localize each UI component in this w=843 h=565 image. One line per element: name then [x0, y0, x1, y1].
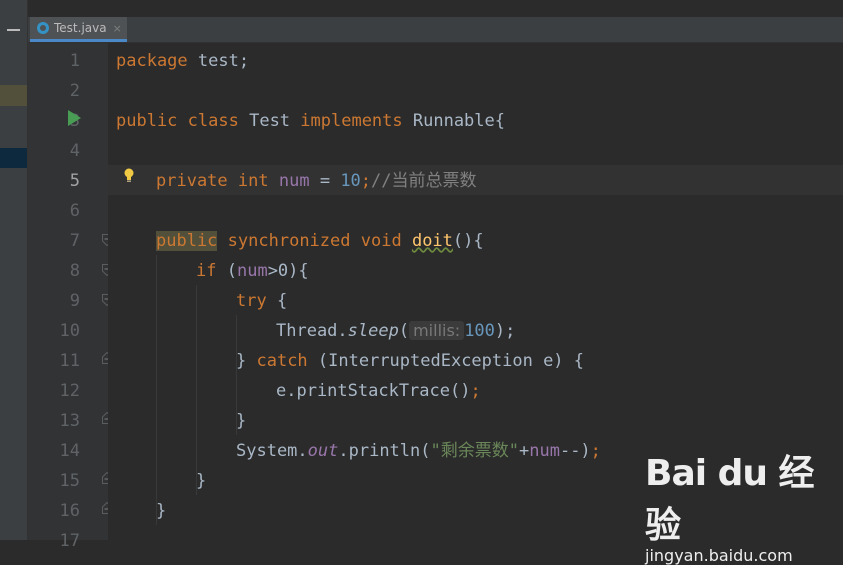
line-number: 8 — [69, 261, 80, 281]
line-number: 4 — [69, 141, 80, 161]
editor-tab-bar: Test.java × — [28, 17, 843, 43]
run-gutter-icon[interactable] — [68, 110, 81, 126]
line-number: 15 — [59, 471, 80, 491]
collapse-icon[interactable] — [7, 29, 20, 31]
tab-test-java[interactable]: Test.java × — [30, 17, 127, 42]
line-number: 10 — [59, 321, 80, 341]
line-number: 14 — [59, 441, 80, 461]
line-number: 12 — [59, 381, 80, 401]
code-line-9: try { — [236, 291, 288, 311]
watermark-url: jingyan.baidu.com — [645, 546, 793, 565]
strip-marker — [0, 85, 27, 106]
code-line-11: } catch (InterruptedException e) { — [236, 351, 585, 371]
code-line-1: package test; — [116, 51, 250, 71]
line-number: 1 — [69, 51, 80, 71]
watermark-logo: Bai du 经验 — [645, 453, 815, 546]
code-line-15: } — [196, 471, 207, 491]
line-number: 6 — [69, 201, 80, 221]
code-line-7: public synchronized void doit(){ — [156, 231, 484, 251]
code-line-13: } — [236, 411, 247, 431]
strip-marker-selected — [0, 148, 27, 168]
intention-bulb-icon[interactable] — [124, 168, 134, 184]
code-line-16: } — [156, 501, 167, 521]
baidu-watermark: Bai du 经验 jingyan.baidu.com — [645, 444, 835, 565]
code-line-10: Thread.sleep(millis: 100); — [276, 321, 516, 341]
code-line-3: public class Test implements Runnable{ — [116, 111, 505, 131]
code-line-12: e.printStackTrace(); — [276, 381, 481, 401]
parameter-hint: millis: — [409, 321, 465, 340]
line-number: 7 — [69, 231, 80, 251]
indent-guide — [196, 285, 197, 495]
line-number: 11 — [59, 351, 80, 371]
code-line-5: private int num = 10;//当前总票数 — [156, 171, 477, 191]
line-number: 17 — [59, 531, 80, 551]
code-line-8: if (num>0){ — [196, 261, 309, 281]
line-number: 13 — [59, 411, 80, 431]
line-number: 9 — [69, 291, 80, 311]
line-number: 2 — [69, 81, 80, 101]
indent-guide — [156, 255, 157, 525]
tab-label: Test.java — [54, 21, 107, 35]
close-icon[interactable]: × — [113, 22, 122, 35]
tool-window-strip — [0, 0, 28, 540]
line-number: 16 — [59, 501, 80, 521]
code-line-14: System.out.println("剩余票数"+num--); — [236, 441, 601, 461]
java-class-icon — [37, 22, 49, 34]
line-number: 5 — [69, 171, 80, 191]
